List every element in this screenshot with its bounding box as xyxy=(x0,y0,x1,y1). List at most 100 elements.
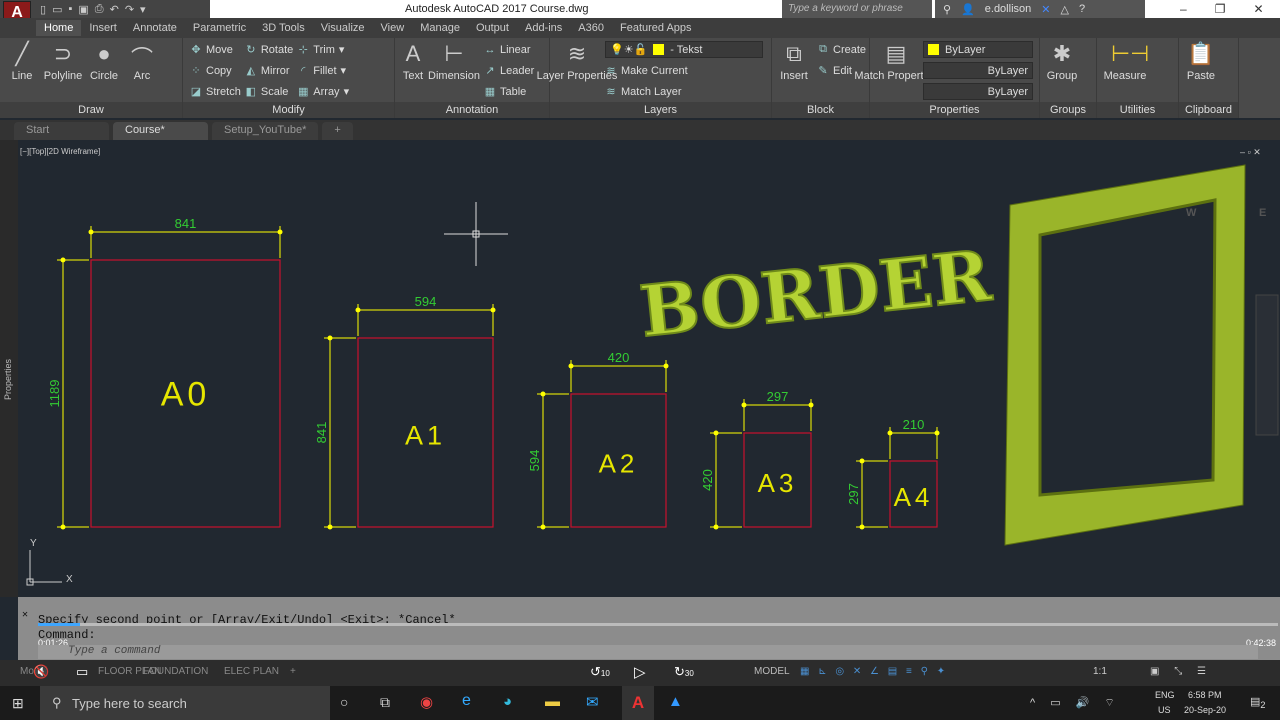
dimension-button[interactable]: ⊢ Dimension xyxy=(428,41,480,82)
tab-a360[interactable]: A360 xyxy=(570,20,612,36)
group-button[interactable]: ✱ Group xyxy=(1043,41,1081,82)
exchange-icon[interactable]: ✕ xyxy=(1041,3,1050,16)
move-button[interactable]: ✥ Move xyxy=(190,41,241,58)
stretch-button[interactable]: ◪ Stretch xyxy=(190,83,241,100)
properties-palette[interactable]: Properties xyxy=(0,140,18,597)
notifications-button[interactable]: ▤2 xyxy=(1250,695,1266,710)
user-menu[interactable]: ⚲ 👤 e.dollison ✕ △? xyxy=(935,0,1145,18)
file-tab-start[interactable]: Start xyxy=(14,122,109,140)
mail-icon[interactable]: ✉ xyxy=(586,693,599,711)
redo-icon[interactable]: ↷ xyxy=(125,3,134,16)
fillet-button[interactable]: ◜ Fillet ▾ xyxy=(297,62,349,79)
tab-visualize[interactable]: Visualize xyxy=(313,20,373,36)
tab-featured-apps[interactable]: Featured Apps xyxy=(612,20,700,36)
autocad-taskbar-icon[interactable]: A xyxy=(622,686,654,720)
mirror-button[interactable]: ◭ Mirror xyxy=(245,62,293,79)
close-button[interactable]: ✕ xyxy=(1253,2,1263,16)
video-progress-bar[interactable] xyxy=(38,623,1278,626)
tab-view[interactable]: View xyxy=(373,20,413,36)
task-view-icon[interactable]: ⧉ xyxy=(380,694,390,711)
arc-button[interactable]: ⌒ Arc xyxy=(123,41,161,82)
windows-start-icon[interactable]: ⊞ xyxy=(12,695,24,712)
forward-button[interactable]: ↻30 xyxy=(674,664,694,680)
system-tray-icons[interactable]: ^ ▭ 🔊 ⌔ xyxy=(1030,696,1121,710)
mute-icon[interactable]: 🔇 xyxy=(33,664,49,680)
navigation-bar[interactable] xyxy=(1255,294,1279,436)
match-layer-button[interactable]: ≋ Match Layer xyxy=(605,83,763,100)
save-icon[interactable]: ▪ xyxy=(68,3,72,15)
line-button[interactable]: ╱ Line xyxy=(3,41,41,82)
tab-manage[interactable]: Manage xyxy=(412,20,468,36)
file-tab-course[interactable]: Course* xyxy=(113,122,208,140)
tab-insert[interactable]: Insert xyxy=(81,20,125,36)
tab-home[interactable]: Home xyxy=(36,20,82,36)
linetype-dropdown[interactable]: ByLayer xyxy=(923,62,1033,79)
play-button[interactable]: ▷ xyxy=(634,663,646,681)
layer-properties-button[interactable]: ≋ Layer Properties xyxy=(537,41,618,82)
drawing-canvas[interactable]: 841 1189 A0 594 841 A1 420 594 A2 297 420 A3 210 297 A… xyxy=(18,140,1280,597)
search-input[interactable]: Type a keyword or phrase xyxy=(782,0,932,18)
viewport-controls[interactable]: [−][Top][2D Wireframe] xyxy=(20,147,100,156)
create-block-button[interactable]: ⧉ Create xyxy=(817,41,866,58)
cortana-icon[interactable]: ○ xyxy=(340,694,348,710)
measure-button[interactable]: ⊢⊣ Measure xyxy=(1100,41,1150,82)
file-tab-setup-youtube[interactable]: Setup_YouTube* xyxy=(212,122,319,140)
properties-panel-title[interactable]: Properties xyxy=(870,102,1039,118)
close-command-icon[interactable]: ✕ xyxy=(22,609,28,621)
polyline-button[interactable]: ⊃ Polyline xyxy=(41,41,85,82)
text-button[interactable]: A Text xyxy=(398,41,428,82)
color-dropdown[interactable]: ByLayer xyxy=(923,41,1033,58)
maximize-button[interactable]: ❐ xyxy=(1215,2,1226,16)
file-explorer-icon[interactable]: ▬ xyxy=(545,693,560,710)
open-icon[interactable]: ▭ xyxy=(52,3,62,16)
lineweight-dropdown[interactable]: ByLayer xyxy=(923,83,1033,100)
print-icon[interactable]: ⎙ xyxy=(95,3,104,16)
draw-panel-title[interactable]: Draw xyxy=(0,102,182,118)
annotation-panel-title[interactable]: Annotation xyxy=(395,102,549,118)
add-layout-button[interactable]: + xyxy=(290,666,296,677)
command-input[interactable]: Type a command xyxy=(38,645,1258,659)
groups-panel-title[interactable]: Groups xyxy=(1040,102,1096,118)
model-space-toggle[interactable]: MODEL xyxy=(754,666,790,677)
language-indicator[interactable]: ENG xyxy=(1155,690,1175,700)
ie-icon[interactable]: e xyxy=(462,692,471,710)
trim-button[interactable]: ⊹ Trim ▾ xyxy=(297,41,349,58)
table-button[interactable]: ▦ Table xyxy=(484,83,534,100)
help-icon[interactable]: ? xyxy=(1079,3,1085,15)
rewind-button[interactable]: ↺10 xyxy=(590,664,610,680)
annotation-scale[interactable]: 1:1 xyxy=(1093,666,1107,677)
layout-tab-foundation[interactable]: FOUNDATION xyxy=(143,666,208,677)
match-properties-button[interactable]: ▤ Match Properties xyxy=(854,41,937,82)
layout-tab-elec-plan[interactable]: ELEC PLAN xyxy=(224,666,279,677)
insert-button[interactable]: ⧉ Insert xyxy=(775,41,813,82)
leader-button[interactable]: ↗ Leader xyxy=(484,62,534,79)
edge-icon[interactable]: ◕ xyxy=(503,693,512,710)
drafting-toggles[interactable]: ▦ ⊾ ◎ ✕ ∠ ▤ ≡ ⚲ ✦ xyxy=(800,666,948,677)
captions-icon[interactable]: ▭ xyxy=(76,664,88,680)
viewport-window-controls[interactable]: – ▫ ✕ xyxy=(1240,147,1261,158)
undo-icon[interactable]: ↶ xyxy=(110,3,119,16)
utilities-panel-title[interactable]: Utilities xyxy=(1097,102,1178,118)
clipboard-panel-title[interactable]: Clipboard xyxy=(1179,102,1238,118)
taskbar-search[interactable]: ⚲ Type here to search xyxy=(40,686,330,720)
block-panel-title[interactable]: Block xyxy=(772,102,869,118)
tab-annotate[interactable]: Annotate xyxy=(125,20,185,36)
save-as-icon[interactable]: ▣ xyxy=(78,3,88,16)
scale-button[interactable]: ◧ Scale xyxy=(245,83,293,100)
layers-panel-title[interactable]: Layers xyxy=(550,102,771,118)
new-icon[interactable]: ▯ xyxy=(40,3,46,16)
circle-button[interactable]: ● Circle xyxy=(85,41,123,82)
clock-time[interactable]: 6:58 PM xyxy=(1188,690,1222,700)
status-tools[interactable]: ▣ ⤡ ☰ xyxy=(1150,666,1212,677)
chrome-icon[interactable]: ◉ xyxy=(420,693,433,711)
modify-panel-title[interactable]: Modify xyxy=(183,102,394,118)
rotate-button[interactable]: ↻ Rotate xyxy=(245,41,293,58)
make-current-button[interactable]: ≋ Make Current xyxy=(605,62,763,79)
array-button[interactable]: ▦ Array ▾ xyxy=(297,83,349,100)
a360-icon[interactable]: △ xyxy=(1060,3,1068,16)
tab-3d-tools[interactable]: 3D Tools xyxy=(254,20,313,36)
new-tab-button[interactable]: + xyxy=(322,122,353,140)
binoculars-icon[interactable]: ⚲ xyxy=(943,3,951,16)
copy-button[interactable]: ⁘ Copy xyxy=(190,62,241,79)
paste-button[interactable]: 📋 Paste xyxy=(1182,41,1220,82)
